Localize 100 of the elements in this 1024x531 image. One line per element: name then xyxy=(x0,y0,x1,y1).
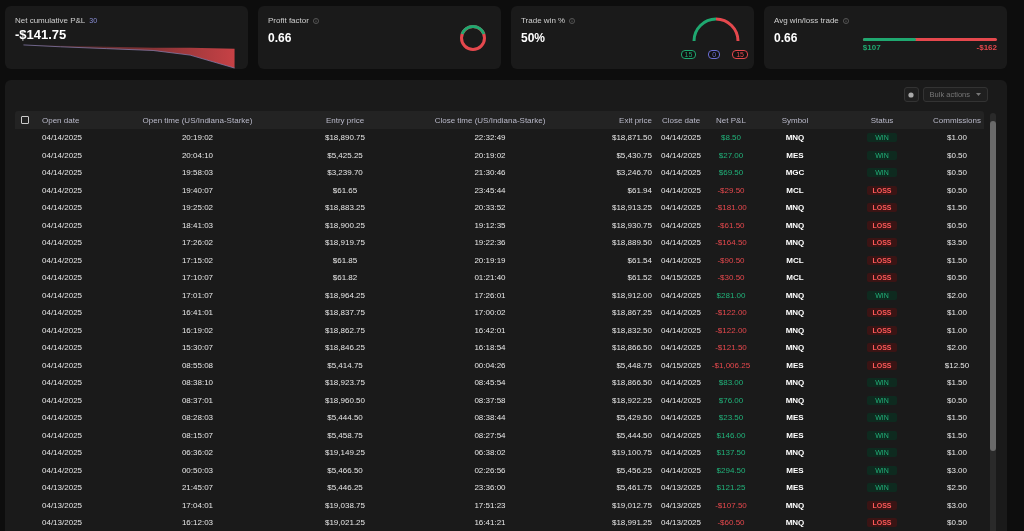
table-cell-text: 16:12:03 xyxy=(180,518,215,528)
table-cell-text: $19,021.25 xyxy=(323,518,366,528)
card-label: Trade win % xyxy=(521,16,566,25)
table-cell-text: $18,991.25 xyxy=(610,518,653,528)
table-cell-text: 04/14/2025 xyxy=(659,220,702,230)
table-cell-text: MNQ xyxy=(784,395,806,405)
table-cell-text: $76.00 xyxy=(717,395,745,405)
table-cell-text: MES xyxy=(785,413,805,423)
table-cell-text: $0.50 xyxy=(946,185,968,195)
card-label: Profit factor xyxy=(268,16,309,25)
table-cell-text: $0.50 xyxy=(946,168,968,178)
table-cell-text: 04/14/2025 xyxy=(41,203,84,213)
table-cell-text: MNQ xyxy=(784,133,806,143)
table-cell-text: MGC xyxy=(784,168,806,178)
table-cell-text: 04/14/2025 xyxy=(41,185,84,195)
table-cell-text: $18,923.75 xyxy=(323,378,366,388)
table-cell-text: $0.50 xyxy=(946,150,968,160)
table-cell-text: 04/13/2025 xyxy=(41,500,84,510)
table-cell-text: $18,866.50 xyxy=(610,343,653,353)
table-cell-text: $294.50 xyxy=(715,465,747,475)
table-cell-text: $18,913.25 xyxy=(610,203,653,213)
table-cell-text: 04/14/2025 xyxy=(41,448,84,458)
table-cell-text: 04/14/2025 xyxy=(41,150,84,160)
table-cell-text: MES xyxy=(785,430,805,440)
card-label: Net cumulative P&L xyxy=(15,16,86,25)
table-cell-text: $69.50 xyxy=(717,168,745,178)
table-cell-text: 19:25:02 xyxy=(180,203,215,213)
table-cell-text: $3,239.70 xyxy=(326,168,364,178)
scrollbar-thumb[interactable] xyxy=(990,121,996,451)
table-cell-text: MCL xyxy=(785,273,805,283)
table-cell-text: MNQ xyxy=(784,518,806,528)
table-cell-text: $1.00 xyxy=(946,308,968,318)
column-header[interactable]: Entry price xyxy=(280,115,410,125)
table-cell-text: 04/14/2025 xyxy=(659,133,702,143)
column-header[interactable]: Close date xyxy=(656,115,706,125)
table-cell-text: 04/14/2025 xyxy=(659,413,702,423)
table-cell-text: 08:28:03 xyxy=(180,413,215,423)
table-cell-text: 04/14/2025 xyxy=(41,413,84,423)
table-cell-text: 04/14/2025 xyxy=(41,133,84,143)
table-cell-text: 19:58:03 xyxy=(180,168,215,178)
table-cell-text: 04/15/2025 xyxy=(659,360,702,370)
table-cell-text: $61.94 xyxy=(626,185,653,195)
table-cell-text: 17:26:02 xyxy=(180,238,215,248)
table-cell-text: 06:36:02 xyxy=(180,448,215,458)
table-cell-text: -$122.00 xyxy=(714,308,748,318)
table-cell-text: $3.00 xyxy=(946,500,968,510)
metric-value: 0.66 xyxy=(268,31,293,45)
table-cell-text: 18:41:03 xyxy=(180,220,215,230)
table-cell-text: MNQ xyxy=(784,220,806,230)
scrollbar[interactable] xyxy=(990,113,996,531)
table-cell-text: -$107.50 xyxy=(714,500,748,510)
column-header[interactable]: Net P&L xyxy=(706,115,756,125)
table-cell-text: $18,832.50 xyxy=(610,325,653,335)
table-cell-text: $18,900.25 xyxy=(323,220,366,230)
table-cell-text: $2.00 xyxy=(946,343,968,353)
table-cell-text: $281.00 xyxy=(715,290,747,300)
table-cell-text: 17:15:02 xyxy=(180,255,215,265)
table-cell-text: 04/14/2025 xyxy=(659,308,702,318)
table-cell-text: -$90.50 xyxy=(716,255,746,265)
table-cell-text: $5,448.75 xyxy=(615,360,653,370)
column-header[interactable]: Symbol xyxy=(756,115,834,125)
table-cell-text: $1.00 xyxy=(946,133,968,143)
table-cell-text: MNQ xyxy=(784,308,806,318)
column-header[interactable]: Open time (US/Indiana-Starke) xyxy=(115,115,280,125)
table-cell-text: $61.85 xyxy=(331,255,359,265)
table-cell-text: $5,466.50 xyxy=(326,465,364,475)
table-cell-text: -$30.50 xyxy=(716,273,746,283)
table-cell-text: MES xyxy=(785,483,805,493)
table-cell-text: $5,430.75 xyxy=(615,150,653,160)
table-cell-text: MNQ xyxy=(784,238,806,248)
table-cell-text: 04/13/2025 xyxy=(41,518,84,528)
table-cell-text: 19:40:07 xyxy=(180,185,215,195)
table-cell-text: 23:45:44 xyxy=(473,185,507,195)
table-cell-text: 22:32:49 xyxy=(473,133,507,143)
table-cell-text: 04/14/2025 xyxy=(659,430,702,440)
table-cell-text: 04/14/2025 xyxy=(41,238,84,248)
table-cell-text: $12.50 xyxy=(943,360,971,370)
select-all-checkbox[interactable] xyxy=(21,116,29,124)
column-header[interactable]: Commissions xyxy=(930,115,984,125)
column-header[interactable]: Status xyxy=(834,115,930,125)
table-cell-text: $18,912.00 xyxy=(610,290,653,300)
table-cell-text: $18,960.50 xyxy=(323,395,366,405)
table-cell-text: MES xyxy=(785,150,805,160)
filter-button[interactable] xyxy=(903,87,919,102)
table-cell-text: 04/14/2025 xyxy=(659,185,702,195)
column-header[interactable]: Close time (US/Indiana-Starke) xyxy=(410,115,570,125)
table-cell-text: $2.50 xyxy=(946,483,968,493)
table-cell-text: 04/13/2025 xyxy=(41,483,84,493)
column-header[interactable]: Exit price xyxy=(570,115,656,125)
table-cell-text: $146.00 xyxy=(715,430,747,440)
table-cell-text: 04/14/2025 xyxy=(41,168,84,178)
table-cell-text: $83.00 xyxy=(717,378,745,388)
column-header[interactable]: Open date xyxy=(35,115,115,125)
table-cell-text: 04/14/2025 xyxy=(41,430,84,440)
table-cell-text: 16:19:02 xyxy=(180,325,215,335)
info-icon xyxy=(842,17,849,24)
table-cell-text: 04/14/2025 xyxy=(41,255,84,265)
table-cell-text: 04/14/2025 xyxy=(659,395,702,405)
table-cell-text: 17:51:23 xyxy=(473,500,507,510)
table-cell-text: $18,889.50 xyxy=(610,238,653,248)
